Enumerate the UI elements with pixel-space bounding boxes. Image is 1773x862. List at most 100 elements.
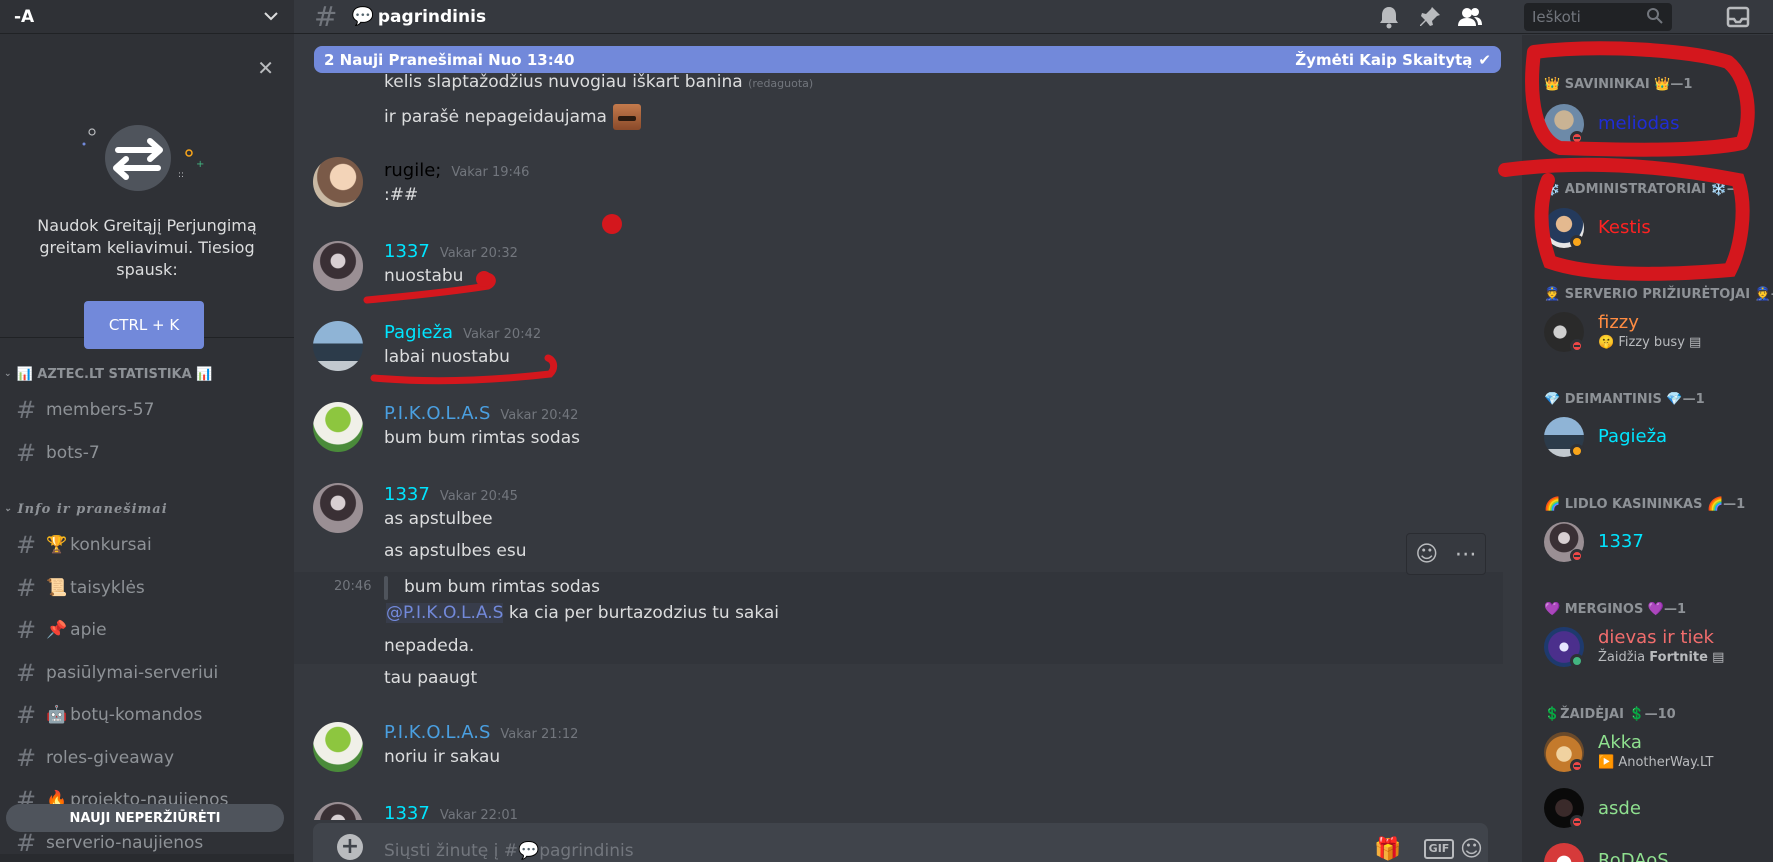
gif-button[interactable]: GIF (1424, 839, 1454, 859)
switch-arrows-icon: + :: (82, 125, 204, 191)
message-author[interactable]: 1337 Vakar 20:45 (384, 484, 518, 505)
category-statistika[interactable]: ⌄ 📊 AZTEC.LT STATISTIKA 📊 (0, 363, 212, 385)
avatar-rodaos[interactable] (1544, 843, 1584, 862)
new-messages-bar[interactable]: 2 Nauji Pranešimai Nuo 13:40 Žymėti Kaip… (314, 46, 1501, 73)
close-icon[interactable]: ✕ (257, 56, 274, 80)
message-input[interactable]: + Siųsti žinutę į #💬pagrindinis 🎁 GIF ☺ (313, 823, 1488, 862)
channel-roles-giveaway[interactable]: # roles-giveaway (6, 741, 286, 775)
member-group-merginos: 💜 MERGINOS 💜—1 (1544, 602, 1687, 617)
message-author[interactable]: P.I.K.O.L.A.S Vakar 20:42 (384, 403, 578, 424)
user-panel (0, 854, 294, 862)
mark-read-icon[interactable]: ✔ (1478, 51, 1491, 69)
message-text: noriu ir sakau (384, 747, 501, 767)
hash-icon: # (16, 531, 37, 559)
member-name[interactable]: Akka (1598, 732, 1642, 753)
message-author[interactable]: P.I.K.O.L.A.S Vakar 21:12 (384, 722, 578, 743)
avatar-1337[interactable] (313, 802, 363, 820)
message-timestamp: Vakar 21:12 (500, 727, 579, 742)
message-text: ir parašė nepageidaujama (384, 104, 641, 130)
message-text: kelis slaptažodžius nuvogiau iškart bani… (384, 72, 814, 92)
message-timestamp: Vakar 20:32 (439, 246, 518, 261)
member-name[interactable]: Kestis (1598, 217, 1651, 238)
status-idle-icon (1570, 235, 1584, 249)
member-name[interactable]: dievas ir tiek (1598, 627, 1714, 648)
message-timestamp: Vakar 20:42 (463, 327, 542, 342)
member-name[interactable]: 1337 (1598, 531, 1644, 552)
status-dnd-icon (1570, 759, 1584, 773)
user-mention[interactable]: @P.I.K.O.L.A.S (386, 603, 504, 623)
more-options-icon[interactable]: ⋯ (1455, 542, 1477, 567)
channel-bots-7[interactable]: # bots-7 (6, 436, 286, 470)
message-text: :## (384, 185, 419, 205)
channel-botu-komandos[interactable]: # 🤖 botų-komandos (6, 698, 286, 732)
search-input[interactable]: Ieškoti (1524, 3, 1672, 31)
upload-plus-icon[interactable]: + (337, 834, 363, 860)
message-author[interactable]: 1337 Vakar 20:32 (384, 241, 518, 262)
add-reaction-icon[interactable]: ☺ (1415, 542, 1438, 567)
bell-icon[interactable] (1376, 4, 1402, 30)
channel-label: apie (70, 620, 107, 640)
status-idle-icon (1570, 444, 1584, 458)
message-text: tau paaugt (384, 668, 478, 688)
search-placeholder: Ieškoti (1532, 8, 1581, 26)
quick-switcher-text: Naudok Greitąjį Perjungimą greitam kelia… (37, 216, 257, 279)
message-author[interactable]: Pagieža Vakar 20:42 (384, 322, 541, 343)
channel-label: roles-giveaway (46, 748, 175, 768)
channel-label: konkursai (70, 535, 152, 555)
ctrl-k-button[interactable]: CTRL + K (84, 301, 204, 349)
message-text: nepadeda. (384, 636, 475, 656)
avatar-pikolas[interactable] (313, 402, 363, 452)
channel-header: # 💬 pagrindinis Ieškoti (294, 0, 1773, 34)
hash-icon: # (16, 659, 37, 687)
message-text: @P.I.K.O.L.A.S ka cia per burtazodzius t… (386, 603, 780, 623)
avatar-rugile[interactable] (313, 157, 363, 207)
channel-label: bots-7 (46, 443, 100, 463)
hash-icon: # (16, 396, 37, 424)
member-name[interactable]: Pagieža (1598, 426, 1667, 447)
member-name[interactable]: fizzy (1598, 312, 1639, 333)
channel-apie[interactable]: # 📌 apie (6, 613, 286, 647)
new-unreads-pill[interactable]: NAUJI NEPERŽIŪRĖTI (6, 804, 284, 832)
channel-label: taisyklės (70, 578, 145, 598)
avatar-pagieza[interactable] (313, 321, 363, 371)
mark-as-read-button[interactable]: Žymėti Kaip Skaitytą (1295, 51, 1472, 69)
avatar-1337[interactable] (313, 241, 363, 291)
channel-taisykles[interactable]: # 📜 taisyklės (6, 571, 286, 605)
emoji-picker-icon[interactable]: ☺ (1460, 837, 1483, 862)
status-online-icon (1570, 654, 1584, 668)
inbox-icon[interactable] (1725, 4, 1751, 30)
chevron-down-icon[interactable] (264, 9, 278, 25)
server-name: -A (14, 6, 35, 27)
message-text: bum bum rimtas sodas (384, 428, 580, 448)
member-name[interactable]: asde (1598, 798, 1641, 819)
channel-title: pagrindinis (377, 6, 487, 27)
member-group-deimantinis: 💎 DEIMANTINIS 💎—1 (1544, 392, 1705, 407)
category-info[interactable]: ⌄ Info ir pranešimai (0, 498, 168, 520)
member-group-priziuretojai: 👮 SERVERIO PRIŽIURĖTOJAI 👮— (1544, 287, 1773, 302)
members-icon[interactable] (1457, 4, 1483, 30)
avatar-1337[interactable] (313, 483, 363, 533)
scroll-icon: 📜 (46, 578, 68, 598)
gift-icon[interactable]: 🎁 (1374, 837, 1401, 862)
channel-konkursai[interactable]: # 🏆 konkursai (6, 528, 286, 562)
pin-icon[interactable] (1417, 4, 1443, 30)
member-list: 👑 SAVININKAI 👑—1 meliodas ❄️ ADMINISTRAT… (1522, 35, 1773, 862)
channel-pasiulymai[interactable]: # pasiūlymai-serveriui (6, 656, 286, 690)
category-label: Info ir pranešimai (17, 501, 168, 517)
server-header[interactable]: -A (0, 0, 294, 34)
member-name[interactable]: meliodas (1598, 113, 1679, 134)
speech-balloon-icon: 💬 (351, 6, 374, 27)
member-name[interactable]: RoDAoS (1598, 850, 1669, 862)
message-author[interactable]: rugile; Vakar 19:46 (384, 160, 529, 181)
channel-label: pasiūlymai-serveriui (46, 663, 219, 683)
message-author[interactable]: 1337 Vakar 22:01 (384, 803, 518, 820)
message-timestamp: 20:46 (334, 579, 372, 594)
message-input-placeholder: Siųsti žinutę į #💬pagrindinis (384, 841, 634, 861)
message-timestamp: Vakar 22:01 (439, 808, 518, 820)
status-dnd-icon (1570, 815, 1584, 829)
member-activity: ▶️ AnotherWay.LT (1598, 755, 1714, 770)
avatar-pikolas[interactable] (313, 722, 363, 772)
custom-emoji[interactable] (612, 104, 641, 130)
channel-label: members-57 (46, 400, 155, 420)
channel-members-57[interactable]: # members-57 (6, 393, 286, 427)
